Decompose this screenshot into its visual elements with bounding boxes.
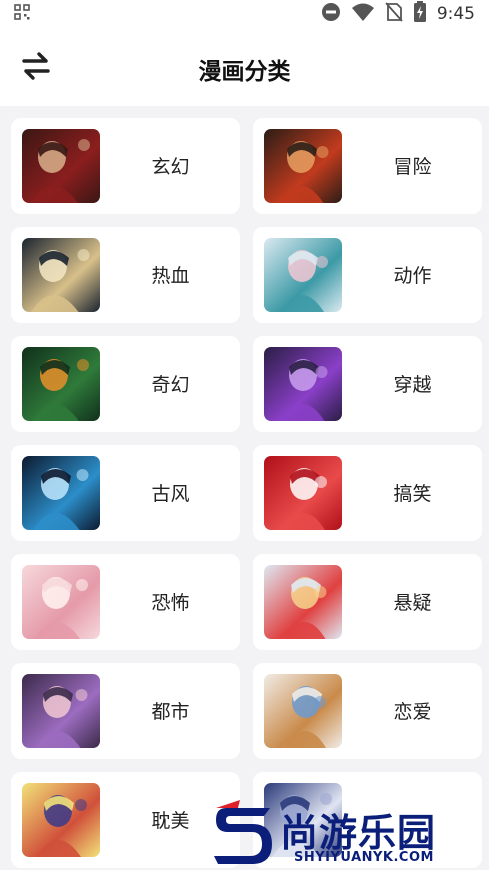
category-label: 都市 — [151, 701, 190, 723]
category-card[interactable]: 冒险 — [253, 118, 482, 214]
category-thumbnail — [22, 347, 100, 421]
site-watermark: 尚游乐园 SHYIYUANYK.COM — [208, 800, 489, 870]
category-label: 热血 — [151, 265, 190, 287]
category-thumbnail — [22, 456, 100, 530]
category-card[interactable]: 都市 — [11, 663, 240, 759]
category-card[interactable]: 动作 — [253, 227, 482, 323]
do-not-disturb-icon — [321, 2, 341, 26]
app-header: 漫画分类 — [0, 28, 489, 106]
category-thumbnail — [264, 238, 342, 312]
watermark-logo-icon — [214, 800, 272, 864]
category-card[interactable]: 耽美 — [11, 772, 240, 868]
qr-icon — [14, 4, 30, 24]
category-label: 玄幻 — [151, 156, 190, 178]
battery-charging-icon — [413, 1, 427, 27]
category-card[interactable]: 古风 — [11, 445, 240, 541]
category-card[interactable]: 玄幻 — [11, 118, 240, 214]
category-thumbnail — [22, 238, 100, 312]
category-label: 古风 — [151, 483, 190, 505]
no-sim-icon — [385, 2, 403, 26]
category-card[interactable]: 悬疑 — [253, 554, 482, 650]
category-label: 动作 — [393, 265, 432, 287]
category-label: 穿越 — [393, 374, 432, 396]
category-card[interactable]: 热血 — [11, 227, 240, 323]
category-thumbnail — [22, 674, 100, 748]
watermark-brand: 尚游乐园 — [280, 811, 437, 855]
category-thumbnail — [264, 565, 342, 639]
category-grid: 玄幻 冒险 热血 动作 奇幻 穿越 古风 搞笑 恐怖 悬疑 都市 恋爱 耽美 — [0, 106, 489, 870]
status-time: 9:45 — [436, 4, 475, 24]
category-card[interactable]: 搞笑 — [253, 445, 482, 541]
category-thumbnail — [264, 347, 342, 421]
category-label: 奇幻 — [151, 374, 190, 396]
category-thumbnail — [264, 129, 342, 203]
category-thumbnail — [264, 456, 342, 530]
category-thumbnail — [22, 783, 100, 857]
category-thumbnail — [264, 674, 342, 748]
category-card[interactable]: 奇幻 — [11, 336, 240, 432]
category-label: 悬疑 — [393, 592, 432, 614]
category-label: 恋爱 — [393, 701, 432, 723]
category-label: 恐怖 — [151, 592, 190, 614]
category-label: 冒险 — [393, 156, 432, 178]
category-card[interactable]: 恋爱 — [253, 663, 482, 759]
category-thumbnail — [22, 129, 100, 203]
watermark-url: SHYIYUANYK.COM — [294, 850, 434, 865]
status-bar: 9:45 — [0, 0, 489, 28]
category-card[interactable]: 恐怖 — [11, 554, 240, 650]
category-thumbnail — [22, 565, 100, 639]
page-title: 漫画分类 — [198, 59, 291, 85]
category-card[interactable]: 穿越 — [253, 336, 482, 432]
wifi-icon — [351, 2, 375, 26]
category-label: 搞笑 — [393, 483, 432, 505]
